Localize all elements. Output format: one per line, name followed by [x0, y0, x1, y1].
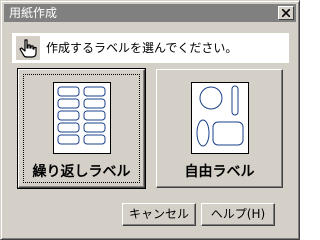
- free-label-button[interactable]: 自由ラベル: [156, 69, 283, 188]
- dialog-window: 用紙作成 作成するラベルを選んでください。 繰り返しラベル 自由ラベル キャンセ…: [0, 0, 300, 240]
- instruction-panel: 作成するラベルを選んでください。: [12, 33, 289, 63]
- title-bar[interactable]: 用紙作成: [4, 4, 296, 22]
- instruction-text: 作成するラベルを選んでください。: [46, 41, 238, 55]
- close-button[interactable]: [278, 6, 294, 20]
- repeat-label-button[interactable]: 繰り返しラベル: [17, 68, 146, 189]
- window-title: 用紙作成: [9, 6, 58, 20]
- repeat-label-text: 繰り返しラベル: [32, 164, 131, 180]
- free-shapes-icon: [191, 82, 249, 154]
- cancel-button[interactable]: キャンセル: [122, 203, 196, 226]
- free-label-text: 自由ラベル: [184, 164, 255, 180]
- grid-labels-icon: [53, 82, 111, 154]
- pointing-hand-icon: [16, 36, 40, 60]
- help-button[interactable]: ヘルプ(H): [201, 203, 275, 226]
- close-icon: [282, 9, 290, 17]
